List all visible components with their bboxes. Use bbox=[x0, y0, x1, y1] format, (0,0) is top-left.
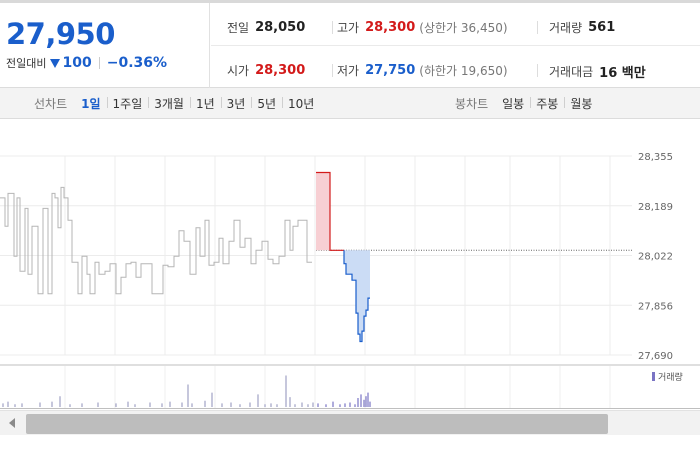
divider bbox=[537, 64, 538, 77]
down-area-fill bbox=[344, 250, 370, 342]
metric-label: 전일 bbox=[227, 21, 250, 35]
metric-value: 16 백만 bbox=[599, 66, 646, 81]
metric-label: 고가 bbox=[337, 21, 360, 35]
quote-metrics: 전일 28,050 고가 28,300 (상한가 36,450) 거래량 561… bbox=[211, 3, 700, 88]
metric-high: 고가 28,300 (상한가 36,450) bbox=[337, 19, 508, 36]
period-1d[interactable]: 1일 bbox=[75, 95, 106, 112]
candle-weekly[interactable]: 주봉 bbox=[530, 95, 564, 112]
metric-value: 28,300 bbox=[255, 63, 306, 78]
divider bbox=[332, 64, 333, 77]
scroll-left-arrow-icon[interactable] bbox=[9, 418, 15, 428]
change-label: 전일대비 bbox=[6, 57, 47, 70]
change-amount: 100 bbox=[62, 55, 92, 71]
metric-volume: 거래량 561 bbox=[549, 19, 615, 36]
metric-label: 저가 bbox=[337, 64, 360, 78]
period-10y[interactable]: 10년 bbox=[282, 95, 320, 112]
candle-monthly[interactable]: 월봉 bbox=[564, 95, 598, 112]
y-tick-label: 28,355 bbox=[638, 152, 673, 163]
metric-label: 거래대금 bbox=[549, 65, 594, 79]
metric-sub: (하한가 19,650) bbox=[419, 64, 508, 78]
divider bbox=[98, 57, 100, 69]
legend-swatch bbox=[652, 372, 655, 381]
metric-sub: (상한가 36,450) bbox=[419, 21, 508, 35]
candle-daily[interactable]: 일봉 bbox=[496, 95, 530, 112]
divider bbox=[537, 21, 538, 34]
metric-open: 시가 28,300 bbox=[227, 62, 305, 79]
metric-value: 561 bbox=[588, 20, 616, 35]
divider bbox=[332, 21, 333, 34]
y-tick-label: 27,690 bbox=[638, 351, 673, 362]
metric-value: 27,750 bbox=[365, 63, 416, 78]
period-5y[interactable]: 5년 bbox=[251, 95, 282, 112]
metric-prev-close: 전일 28,050 bbox=[227, 19, 305, 36]
down-triangle-icon bbox=[50, 58, 61, 68]
metric-trade-amount: 거래대금 16 백만 bbox=[549, 62, 646, 81]
line-chart-label: 선차트 bbox=[34, 97, 68, 111]
current-price: 27,950 bbox=[6, 17, 115, 51]
price-chart[interactable]: 28,355 28,189 28,022 27,856 27,690 거래량 bbox=[0, 120, 700, 410]
line-chart-periods: 선차트 1일 1주일 3개월 1년 3년 5년 10년 bbox=[34, 88, 320, 119]
metric-label: 시가 bbox=[227, 64, 250, 78]
chart-toolbar: 선차트 1일 1주일 3개월 1년 3년 5년 10년 봉차트 일봉 주봉 월봉 bbox=[0, 88, 700, 119]
y-tick-label: 28,022 bbox=[638, 252, 673, 263]
quote-header: 27,950 전일대비 100 −0.36% 전일 28,050 고가 28,3… bbox=[0, 0, 700, 88]
period-1y[interactable]: 1년 bbox=[189, 95, 221, 112]
y-tick-label: 27,856 bbox=[638, 301, 673, 312]
candle-chart-periods: 봉차트 일봉 주봉 월봉 bbox=[455, 88, 598, 119]
change-percent: −0.36% bbox=[106, 55, 168, 71]
y-tick-label: 28,189 bbox=[638, 202, 673, 213]
candle-chart-label: 봉차트 bbox=[455, 97, 489, 111]
metric-low: 저가 27,750 (하한가 19,650) bbox=[337, 62, 508, 79]
chart-scrollbar[interactable] bbox=[0, 410, 700, 435]
divider bbox=[211, 45, 700, 46]
metric-value: 28,300 bbox=[365, 20, 416, 35]
period-3y[interactable]: 3년 bbox=[220, 95, 252, 112]
period-3m[interactable]: 3개월 bbox=[148, 95, 190, 112]
metric-label: 거래량 bbox=[549, 21, 583, 35]
price-change: 전일대비 100 −0.36% bbox=[6, 55, 167, 71]
period-1w[interactable]: 1주일 bbox=[106, 95, 149, 112]
current-price-panel: 27,950 전일대비 100 −0.36% bbox=[0, 3, 210, 88]
metric-value: 28,050 bbox=[255, 20, 306, 35]
legend-label: 거래량 bbox=[658, 371, 683, 383]
scroll-thumb[interactable] bbox=[26, 414, 608, 434]
